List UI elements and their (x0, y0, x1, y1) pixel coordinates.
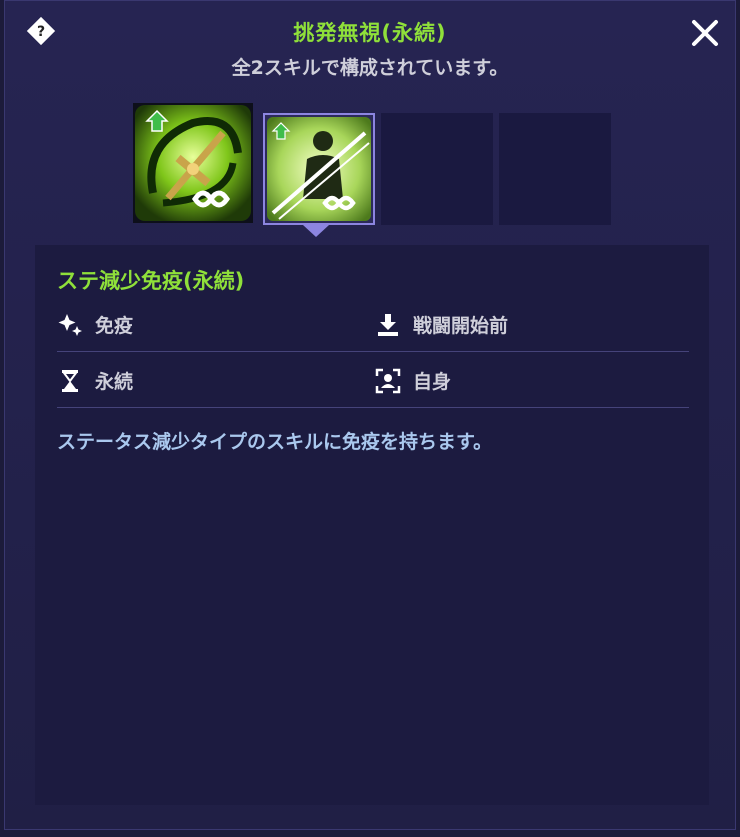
silhouette-skill-icon (267, 117, 371, 221)
sparkle-icon (57, 312, 83, 338)
skill-slot-1[interactable] (133, 103, 253, 223)
skill-detail-panel: ステ減少免疫(永続) 免疫 戦闘開始前 永続 自身 ステータス減少タイプのスキル… (35, 245, 709, 805)
close-button[interactable] (687, 15, 723, 51)
empty-skill-slot-3 (381, 113, 493, 225)
divider (57, 351, 689, 352)
attr-duration-label: 永続 (95, 371, 134, 393)
skill-set-subtitle: 全2スキルで構成されています。 (231, 57, 509, 79)
sword-skill-icon (135, 105, 251, 221)
skill-slot-2[interactable] (263, 113, 375, 225)
attr-target-label: 自身 (413, 371, 452, 393)
attr-duration: 永続 (57, 367, 133, 394)
skill-slot-row (129, 99, 619, 227)
close-icon (692, 20, 718, 46)
skill-detail-modal: ? 挑発無視(永続) 全2スキルで構成されています。 ステ減少免疫(永続) 免疫… (4, 0, 736, 830)
divider (57, 407, 689, 408)
skill-name: ステ減少免疫(永続) (57, 269, 245, 293)
skill-description: ステータス減少タイプのスキルに免疫を持ちます。 (57, 431, 493, 453)
target-self-icon (375, 368, 401, 394)
attr-timing: 戦闘開始前 (375, 311, 508, 338)
empty-skill-slot-4 (499, 113, 611, 225)
download-icon (375, 312, 401, 338)
hourglass-icon (57, 368, 83, 394)
attr-type-label: 免疫 (95, 315, 134, 337)
skill-set-title: 挑発無視(永続) (293, 21, 447, 45)
selection-pointer (303, 225, 329, 237)
attr-type: 免疫 (57, 311, 133, 338)
attr-timing-label: 戦闘開始前 (413, 315, 509, 337)
attr-target: 自身 (375, 367, 451, 394)
